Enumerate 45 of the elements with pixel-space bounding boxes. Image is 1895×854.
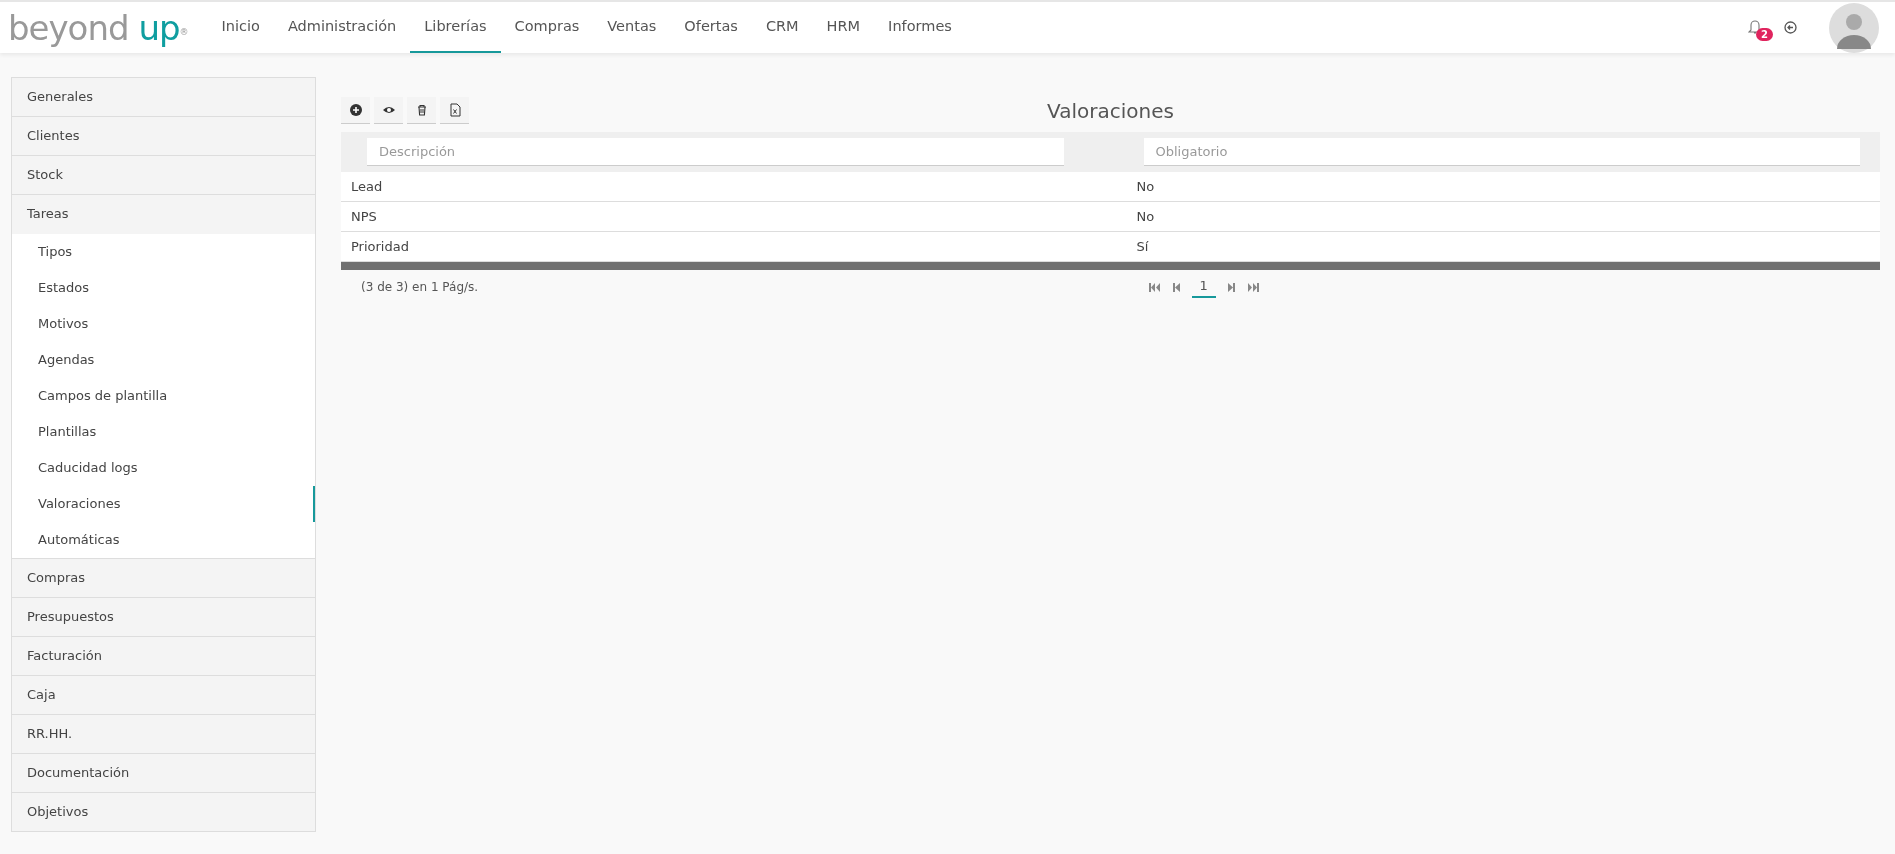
record-summary: (3 de 3) en 1 Pág/s.: [360, 279, 479, 296]
table-cell-text: NPS: [350, 207, 378, 226]
nav-tab[interactable]: Informes: [874, 2, 966, 53]
sidebar-section[interactable]: Facturación: [12, 637, 315, 676]
page-number[interactable]: 1: [1191, 276, 1216, 298]
excel-button[interactable]: [440, 97, 469, 124]
sidebar-section[interactable]: Documentación: [12, 754, 315, 793]
sidebar-section[interactable]: Stock: [12, 156, 315, 195]
spreadsheet-icon: [447, 103, 462, 117]
sidebar-section[interactable]: Clientes: [12, 117, 315, 156]
table-row[interactable]: Prioridad Sí: [341, 232, 1880, 262]
table-cell-text: No: [1135, 207, 1156, 226]
nav-tab[interactable]: Compras: [500, 2, 594, 53]
view-button[interactable]: [374, 97, 403, 124]
add-icon: [348, 103, 363, 117]
nav-tab[interactable]: Ofertas: [670, 2, 752, 53]
sidebar-section[interactable]: Tareas: [12, 195, 315, 234]
sidebar-section[interactable]: RR.HH.: [12, 715, 315, 754]
sidebar-section[interactable]: Caja: [12, 676, 315, 715]
avatar[interactable]: [1829, 2, 1879, 53]
add-button[interactable]: [341, 97, 370, 124]
table-cell-text: Sí: [1135, 237, 1150, 256]
page-title: Valoraciones: [1047, 97, 1174, 125]
sidebar-section[interactable]: Generales: [12, 78, 315, 117]
table-cell-text: No: [1135, 177, 1156, 196]
nav-tab[interactable]: CRM: [751, 2, 813, 53]
bell-icon[interactable]: [1748, 19, 1762, 35]
table-cell-text: Lead: [350, 177, 384, 196]
logo: beyond up$^{®}$: [7, 10, 189, 45]
logout-icon[interactable]: [1784, 21, 1797, 34]
table-row[interactable]: NPS No: [341, 202, 1880, 232]
sidebar-section[interactable]: Compras: [12, 559, 315, 598]
nav-tab[interactable]: Librerías: [410, 2, 501, 53]
notification-badge: 2: [1756, 27, 1773, 41]
nav-tab[interactable]: Administración: [273, 2, 411, 53]
nav-tab[interactable]: Inicio: [207, 2, 274, 53]
delete-button[interactable]: [407, 97, 436, 124]
nav-tab[interactable]: Ventas: [593, 2, 671, 53]
sidebar-section[interactable]: Objetivos: [12, 793, 315, 832]
filter-field[interactable]: Descripción: [367, 138, 1064, 166]
sidebar-section[interactable]: Presupuestos: [12, 598, 315, 637]
filter-field[interactable]: Obligatorio: [1143, 138, 1860, 166]
table-cell-text: Prioridad: [350, 237, 410, 256]
nav-tab[interactable]: HRM: [812, 2, 875, 53]
table-row[interactable]: Lead No: [341, 172, 1880, 202]
